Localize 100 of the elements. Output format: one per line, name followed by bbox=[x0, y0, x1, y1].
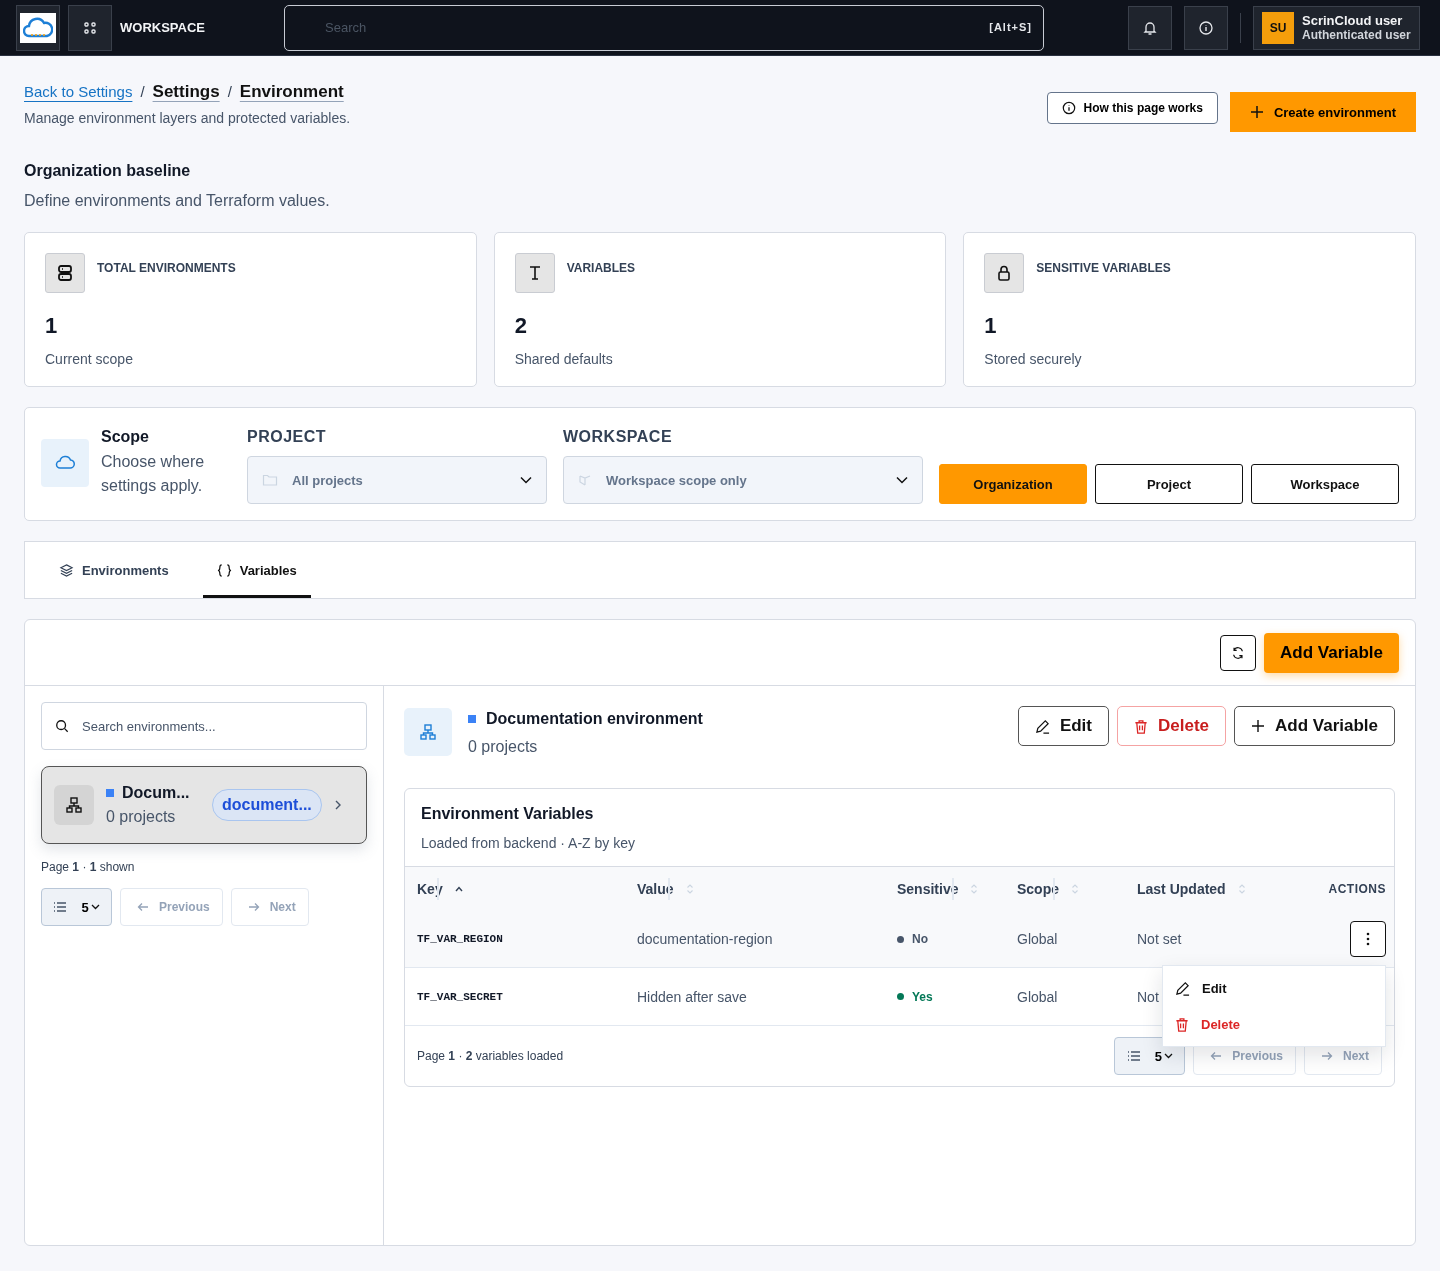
bell-icon bbox=[1142, 19, 1158, 36]
network-icon bbox=[65, 796, 83, 814]
environment-search-field[interactable]: Search environments... bbox=[41, 702, 367, 750]
field-label: PROJECT bbox=[247, 428, 328, 446]
help-button[interactable]: How this page works bbox=[1046, 92, 1218, 124]
add-variable-button[interactable]: Add Variable bbox=[1234, 706, 1395, 746]
stat-label: VARIABLES bbox=[566, 261, 636, 277]
stat-note: Shared defaults bbox=[514, 351, 614, 367]
breadcrumb-link[interactable]: Environment bbox=[239, 82, 344, 102]
tab[interactable]: Variables bbox=[202, 542, 311, 598]
section-title: Organization baseline bbox=[24, 162, 192, 180]
chevron-down-icon bbox=[90, 904, 100, 910]
page-size-select[interactable]: 5 bbox=[41, 888, 112, 926]
workspace-label: WORKSPACE bbox=[120, 20, 206, 35]
project-select[interactable]: All projects bbox=[247, 456, 547, 504]
workspace-select[interactable]: Workspace scope only bbox=[563, 456, 923, 504]
column-header[interactable]: Last Updated bbox=[1137, 881, 1226, 897]
user-role: Authenticated user bbox=[1302, 28, 1411, 42]
page-info: Page 1 · 1 shown bbox=[41, 860, 136, 874]
arrow-right-icon bbox=[1321, 1051, 1333, 1061]
server-icon bbox=[57, 264, 73, 282]
more-icon bbox=[1366, 932, 1370, 946]
cloud-icon bbox=[55, 455, 75, 471]
refresh-button[interactable] bbox=[1220, 634, 1256, 671]
page-size-select[interactable]: 5 bbox=[1114, 1037, 1186, 1075]
arrow-right-icon bbox=[247, 902, 260, 912]
stat-label: TOTAL ENVIRONMENTS bbox=[97, 261, 236, 277]
breadcrumb-link[interactable]: Back to Settings bbox=[24, 83, 133, 100]
info-icon bbox=[1061, 101, 1076, 115]
variable-scope: Global bbox=[1017, 988, 1058, 1005]
tab[interactable]: Environments bbox=[45, 542, 183, 598]
last-updated: Not bbox=[1137, 988, 1159, 1005]
edit-button[interactable]: Edit bbox=[1017, 706, 1109, 746]
lock-icon bbox=[996, 264, 1013, 282]
chevron-down-icon bbox=[1163, 1053, 1173, 1059]
breadcrumb-separator: / bbox=[140, 83, 145, 100]
grid-icon bbox=[83, 20, 97, 35]
user-name: ScrinCloud user bbox=[1302, 13, 1404, 28]
delete-button[interactable]: Delete bbox=[1117, 706, 1226, 746]
environment-title: Documentation environment bbox=[486, 710, 703, 728]
stat-note: Current scope bbox=[45, 351, 134, 367]
list-icon bbox=[53, 901, 68, 913]
project-count: 0 projects bbox=[468, 738, 539, 756]
table-subtitle: Loaded from backend · A-Z by key bbox=[421, 835, 636, 851]
sensitive-status: Yes bbox=[897, 989, 933, 1004]
plus-icon bbox=[1251, 719, 1265, 733]
column-header[interactable]: ACTIONS bbox=[1328, 882, 1386, 896]
scope-title: Scope bbox=[101, 428, 150, 446]
folder-icon bbox=[262, 473, 278, 487]
add-variable-button[interactable]: Add Variable bbox=[1264, 632, 1399, 673]
variable-key: TF_VAR_SECRET bbox=[417, 990, 503, 1003]
stat-value: 1 bbox=[45, 313, 59, 339]
list-icon bbox=[1126, 1050, 1141, 1062]
user-menu[interactable]: SU ScrinCloud user Authenticated user bbox=[1253, 5, 1420, 50]
environment-tag: document... bbox=[212, 789, 322, 821]
refresh-icon bbox=[1231, 645, 1245, 660]
environment-list-item[interactable]: Docum... 0 projects document... bbox=[41, 766, 367, 844]
variable-value: Hidden after save bbox=[637, 988, 747, 1005]
breadcrumb-separator: / bbox=[227, 83, 232, 100]
pencil-icon bbox=[1034, 718, 1050, 734]
table-title: Environment Variables bbox=[421, 805, 595, 823]
search-icon bbox=[55, 719, 69, 733]
environment-name: Docum... bbox=[122, 784, 190, 802]
row-actions-button[interactable] bbox=[1350, 921, 1386, 957]
sensitive-status: No bbox=[897, 932, 928, 946]
braces-icon bbox=[216, 562, 232, 578]
stat-value: 1 bbox=[984, 313, 998, 339]
project-count: 0 projects bbox=[106, 808, 177, 826]
field-label: WORKSPACE bbox=[563, 428, 674, 446]
stat-note: Stored securely bbox=[984, 351, 1083, 367]
trash-icon bbox=[1175, 1016, 1189, 1032]
page-info: Page 1 · 2 variables loaded bbox=[417, 1049, 564, 1063]
column-header[interactable]: Sensitive bbox=[897, 881, 959, 897]
chevron-down-icon bbox=[896, 476, 908, 484]
pencil-icon bbox=[1175, 980, 1190, 996]
network-icon bbox=[419, 723, 437, 741]
apps-button[interactable] bbox=[68, 4, 112, 51]
create-environment-button[interactable]: Create environment bbox=[1229, 92, 1416, 132]
scope-level-button[interactable]: Organization bbox=[939, 464, 1087, 504]
scope-level-button[interactable]: Project bbox=[1095, 464, 1243, 504]
menu-item[interactable]: Edit bbox=[1163, 970, 1385, 1006]
info-button[interactable] bbox=[1184, 5, 1228, 50]
stat-value: 2 bbox=[514, 313, 528, 339]
cloud-logo-icon bbox=[20, 12, 56, 43]
section-subtitle: Define environments and Terraform values. bbox=[24, 192, 331, 210]
layers-icon bbox=[59, 562, 74, 578]
variable-scope: Global bbox=[1017, 931, 1058, 947]
chevron-right-icon bbox=[333, 799, 342, 811]
scope-description: Choose where settings apply. bbox=[101, 452, 206, 496]
cube-icon bbox=[578, 473, 592, 487]
plus-icon bbox=[1249, 105, 1264, 119]
trash-icon bbox=[1134, 718, 1148, 734]
app-logo[interactable] bbox=[16, 4, 60, 51]
sort-ascending-icon[interactable] bbox=[454, 886, 463, 892]
info-icon bbox=[1198, 19, 1214, 36]
last-updated: Not set bbox=[1137, 931, 1182, 947]
scope-level-button[interactable]: Workspace bbox=[1251, 464, 1399, 504]
breadcrumb-link[interactable]: Settings bbox=[152, 82, 220, 102]
notifications-button[interactable] bbox=[1128, 5, 1172, 50]
page-subtitle: Manage environment layers and protected variables. bbox=[24, 110, 351, 126]
